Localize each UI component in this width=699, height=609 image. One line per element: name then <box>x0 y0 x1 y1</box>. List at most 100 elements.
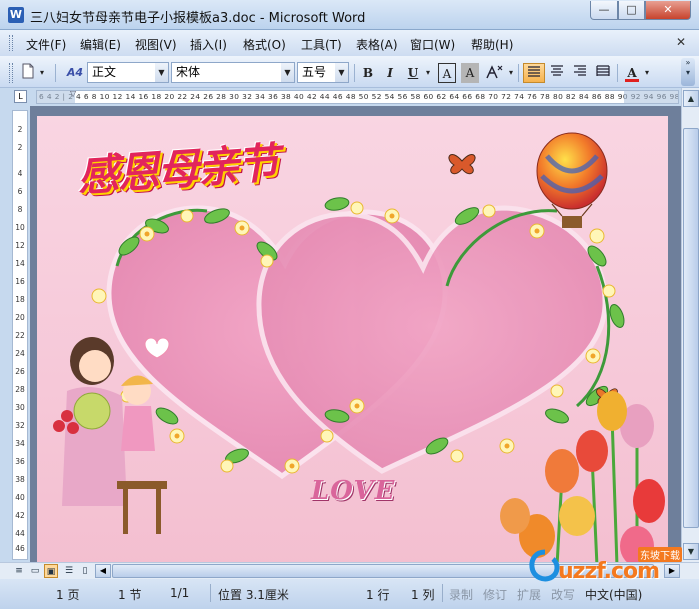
font-size-select[interactable]: 五号 ▼ <box>297 62 349 83</box>
font-select[interactable]: 宋体 ▼ <box>171 62 295 83</box>
character-shading-button[interactable]: A <box>461 63 479 83</box>
close-button[interactable]: ✕ <box>645 1 691 20</box>
asian-layout-icon[interactable] <box>483 63 505 83</box>
ruler-tick: 2 <box>17 125 23 134</box>
vertical-scrollbar[interactable]: ▲ ▼ <box>681 88 699 562</box>
menu-window[interactable]: 窗口(W) <box>410 36 455 53</box>
ruler-tick: 10 <box>15 223 25 232</box>
ruler-tick: 22 <box>15 331 25 340</box>
menu-table[interactable]: 表格(A) <box>356 36 398 53</box>
font-size-value: 五号 <box>302 65 327 79</box>
toolbar-grip-handle[interactable] <box>9 63 13 83</box>
status-revise[interactable]: 修订 <box>483 586 507 603</box>
document-page[interactable]: 感恩母亲节 LOVE <box>37 116 668 562</box>
italic-button[interactable]: I <box>381 63 399 83</box>
menu-tools[interactable]: 工具(T) <box>301 36 342 53</box>
status-page-count: 1/1 <box>170 586 190 600</box>
underline-button[interactable]: U <box>404 63 422 83</box>
close-document-icon[interactable]: ✕ <box>676 35 686 49</box>
underline-dropdown-icon[interactable]: ▾ <box>423 63 433 83</box>
ruler-tick: 4 <box>17 169 23 178</box>
ruler-tick: 42 <box>15 511 25 520</box>
justify-align-button[interactable] <box>523 63 545 83</box>
scroll-left-icon[interactable]: ◀ <box>95 564 111 578</box>
chevron-down-icon[interactable]: ▼ <box>335 63 348 82</box>
menu-grip-handle[interactable] <box>9 35 13 51</box>
print-layout-view-icon[interactable]: ▣ <box>44 564 58 578</box>
ruler-tick: 24 <box>15 349 25 358</box>
bold-button[interactable]: B <box>359 63 377 83</box>
ruler-tick: 32 <box>15 421 25 430</box>
status-position: 位置 3.1厘米 <box>218 588 289 602</box>
document-area[interactable]: 感恩母亲节 LOVE <box>30 106 681 562</box>
menu-view[interactable]: 视图(V) <box>135 36 177 53</box>
ruler-tick: 38 <box>15 475 25 484</box>
ruler-tick: 8 <box>17 205 23 214</box>
minimize-button[interactable]: — <box>590 1 618 20</box>
watermark-logo: uzzf.com 东坡下载 <box>528 545 696 585</box>
chevron-down-icon[interactable]: ▼ <box>155 63 168 82</box>
maximize-button[interactable]: □ <box>618 1 645 20</box>
vertical-ruler[interactable]: 2 2 4 6 8 10 12 14 16 18 20 22 24 26 28 … <box>12 110 28 560</box>
ruler-tick: 34 <box>15 439 25 448</box>
style-select[interactable]: 正文 ▼ <box>87 62 169 83</box>
outline-view-icon[interactable]: ☰ <box>62 564 76 578</box>
right-margin-area <box>624 91 678 103</box>
style-select-value: 正文 <box>92 65 117 79</box>
scroll-up-icon[interactable]: ▲ <box>683 90 699 107</box>
menu-format[interactable]: 格式(O) <box>243 36 286 53</box>
ruler-tick: 18 <box>15 295 25 304</box>
ruler-tick: 2 <box>17 143 23 152</box>
window-title: 三八妇女节母亲节电子小报模板a3.doc - Microsoft Word <box>30 11 366 26</box>
new-document-icon[interactable] <box>20 63 36 83</box>
status-page: 1 页 <box>56 588 80 602</box>
ruler-tick: 28 <box>15 385 25 394</box>
distributed-align-button[interactable] <box>592 63 614 83</box>
love-artwork-text: LOVE <box>311 476 396 506</box>
chevron-down-icon[interactable]: ▼ <box>281 63 294 82</box>
watermark-brand: uzzf.com <box>558 559 660 584</box>
font-color-button[interactable]: A <box>623 63 641 83</box>
font-color-letter: A <box>627 66 637 80</box>
menu-insert[interactable]: 插入(I) <box>190 36 227 53</box>
menu-file[interactable]: 文件(F) <box>26 36 66 53</box>
status-line: 1 行 <box>366 588 390 602</box>
font-select-value: 宋体 <box>176 65 201 79</box>
status-column: 1 列 <box>411 588 435 602</box>
character-border-button[interactable]: A <box>438 63 456 83</box>
reading-layout-view-icon[interactable]: ▯ <box>78 564 92 578</box>
toolbar-overflow-icon[interactable]: » ▾ <box>681 58 695 86</box>
word-app-icon[interactable]: W <box>8 7 24 23</box>
horizontal-ruler[interactable]: L 6 4 2 | 2 4 6 8 10 12 14 16 18 20 22 2… <box>0 88 699 106</box>
asian-layout-dropdown-icon[interactable]: ▾ <box>506 63 516 83</box>
menu-help[interactable]: 帮助(H) <box>471 36 513 53</box>
font-color-swatch <box>625 79 639 82</box>
vertical-scroll-thumb[interactable] <box>683 128 699 528</box>
web-layout-view-icon[interactable]: ▭ <box>28 564 42 578</box>
toolbar-separator <box>518 64 519 82</box>
formatting-toolbar: ▾ A4 正文 ▼ 宋体 ▼ 五号 ▼ B I U ▾ A A ▾ A ▾ » ▾ <box>0 56 699 88</box>
status-overwrite[interactable]: 改写 <box>551 586 575 603</box>
menu-edit[interactable]: 编辑(E) <box>80 36 121 53</box>
status-separator <box>210 584 211 602</box>
ruler-tick: 16 <box>15 277 25 286</box>
ruler-tick: 44 <box>15 529 25 538</box>
title-bar: W 三八妇女节母亲节电子小报模板a3.doc - Microsoft Word … <box>0 0 699 30</box>
indent-marker-icon[interactable]: ▽ <box>70 89 76 98</box>
ruler-scale: 6 4 2 | 2 4 6 8 10 12 14 16 18 20 22 24 … <box>36 90 679 104</box>
normal-view-icon[interactable]: ≡ <box>12 564 26 578</box>
status-separator <box>442 584 443 602</box>
center-align-button[interactable] <box>546 63 568 83</box>
status-extend[interactable]: 扩展 <box>517 586 541 603</box>
menu-bar: 文件(F) 编辑(E) 视图(V) 插入(I) 格式(O) 工具(T) 表格(A… <box>0 30 699 56</box>
ruler-tick: 36 <box>15 457 25 466</box>
new-dropdown-arrow-icon[interactable]: ▾ <box>37 63 47 83</box>
styles-formatting-icon[interactable]: A4 <box>64 63 86 83</box>
status-record[interactable]: 录制 <box>449 586 473 603</box>
ruler-tick: 6 <box>17 187 23 196</box>
right-align-button[interactable] <box>569 63 591 83</box>
ruler-tick: 46 <box>15 544 25 553</box>
tab-selector-icon[interactable]: L <box>14 90 27 103</box>
ruler-tick: 20 <box>15 313 25 322</box>
font-color-dropdown-icon[interactable]: ▾ <box>642 63 652 83</box>
